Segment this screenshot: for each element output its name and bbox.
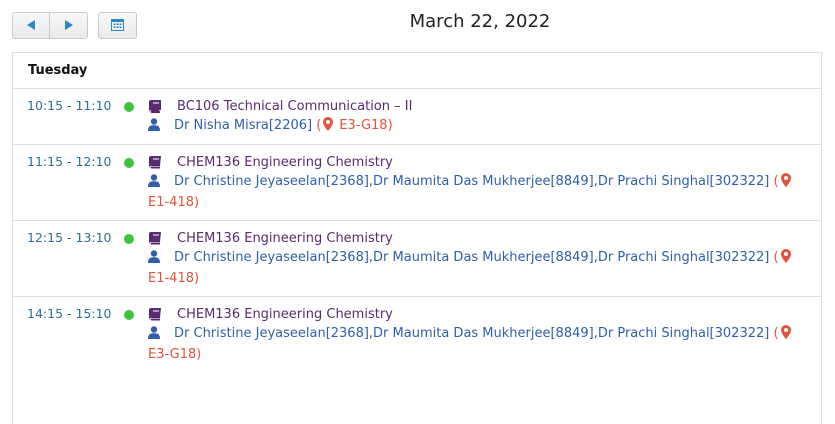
calendar-icon (111, 16, 124, 35)
session-detail: Dr Christine Jeyaseelan[2368],Dr Maumita… (148, 172, 809, 212)
user-icon (148, 174, 162, 193)
arrow-right-icon (63, 16, 75, 35)
venue-close-paren: ) (194, 195, 200, 210)
next-day-button[interactable] (50, 12, 88, 39)
venue-close-paren: ) (194, 271, 200, 286)
course-line: CHEM136 Engineering Chemistry (148, 305, 809, 323)
course-line: CHEM136 Engineering Chemistry (148, 153, 809, 171)
faculty-names: Dr Christine Jeyaseelan[2368],Dr Maumita… (174, 326, 770, 341)
session-row: 10:15 - 11:10 BC106 Technical Communicat… (13, 89, 821, 145)
venue-room: E3-G18 (339, 118, 388, 133)
venue-room: E1-418 (148, 195, 194, 210)
faculty-names: Dr Christine Jeyaseelan[2368],Dr Maumita… (174, 250, 770, 265)
arrow-left-icon (25, 16, 37, 35)
course-name: CHEM136 Engineering Chemistry (177, 230, 393, 246)
user-icon (148, 250, 162, 269)
status-dot (124, 234, 134, 244)
session-detail: Dr Christine Jeyaseelan[2368],Dr Maumita… (148, 324, 809, 364)
venue-open-paren: ( (769, 250, 779, 265)
course-line: BC106 Technical Communication – II (148, 97, 809, 115)
session-time: 12:15 - 13:10 (27, 230, 112, 245)
venue-close-paren: ) (196, 347, 202, 362)
course-name: CHEM136 Engineering Chemistry (177, 306, 393, 322)
session-row: 14:15 - 15:10 CHEM136 Engineering Chemis… (13, 297, 821, 367)
faculty-names: Dr Nisha Misra[2206] (174, 118, 313, 133)
user-icon (148, 326, 162, 345)
calendar-button[interactable] (98, 12, 137, 39)
map-pin-icon (780, 325, 791, 345)
status-dot (124, 102, 134, 112)
session-time: 10:15 - 11:10 (27, 98, 112, 113)
venue: ( E3-G18) (312, 117, 393, 133)
date-navigation (12, 12, 137, 40)
venue-open-paren: ( (769, 326, 779, 341)
venue-room: E1-418 (148, 271, 194, 286)
session-time: 14:15 - 15:10 (27, 306, 112, 321)
book-icon (148, 155, 162, 169)
book-icon (148, 307, 162, 321)
course-name: BC106 Technical Communication – II (177, 98, 413, 114)
book-icon (148, 231, 162, 245)
session-time: 11:15 - 12:10 (27, 154, 112, 169)
venue-room: E3-G18 (148, 347, 197, 362)
schedule-panel: Tuesday 10:15 - 11:10 BC106 Technical Co… (12, 52, 822, 424)
day-header: Tuesday (13, 53, 821, 89)
session-row: 12:15 - 13:10 CHEM136 Engineering Chemis… (13, 221, 821, 297)
current-date-title: March 22, 2022 (409, 11, 551, 32)
session-detail: Dr Nisha Misra[2206] ( E3-G18) (148, 116, 809, 137)
course-line: CHEM136 Engineering Chemistry (148, 229, 809, 247)
status-dot (124, 158, 134, 168)
session-detail: Dr Christine Jeyaseelan[2368],Dr Maumita… (148, 248, 809, 288)
faculty-names: Dr Christine Jeyaseelan[2368],Dr Maumita… (174, 174, 770, 189)
session-row: 11:15 - 12:10 CHEM136 Engineering Chemis… (13, 145, 821, 221)
venue-close-paren: ) (387, 118, 393, 133)
user-icon (148, 118, 162, 137)
previous-day-button[interactable] (12, 12, 50, 39)
status-dot (124, 310, 134, 320)
map-pin-icon (323, 117, 334, 137)
venue-open-paren: ( (312, 118, 322, 133)
map-pin-icon (780, 173, 791, 193)
map-pin-icon (780, 249, 791, 269)
venue-open-paren: ( (769, 174, 779, 189)
book-icon (148, 99, 162, 113)
course-name: CHEM136 Engineering Chemistry (177, 154, 393, 170)
